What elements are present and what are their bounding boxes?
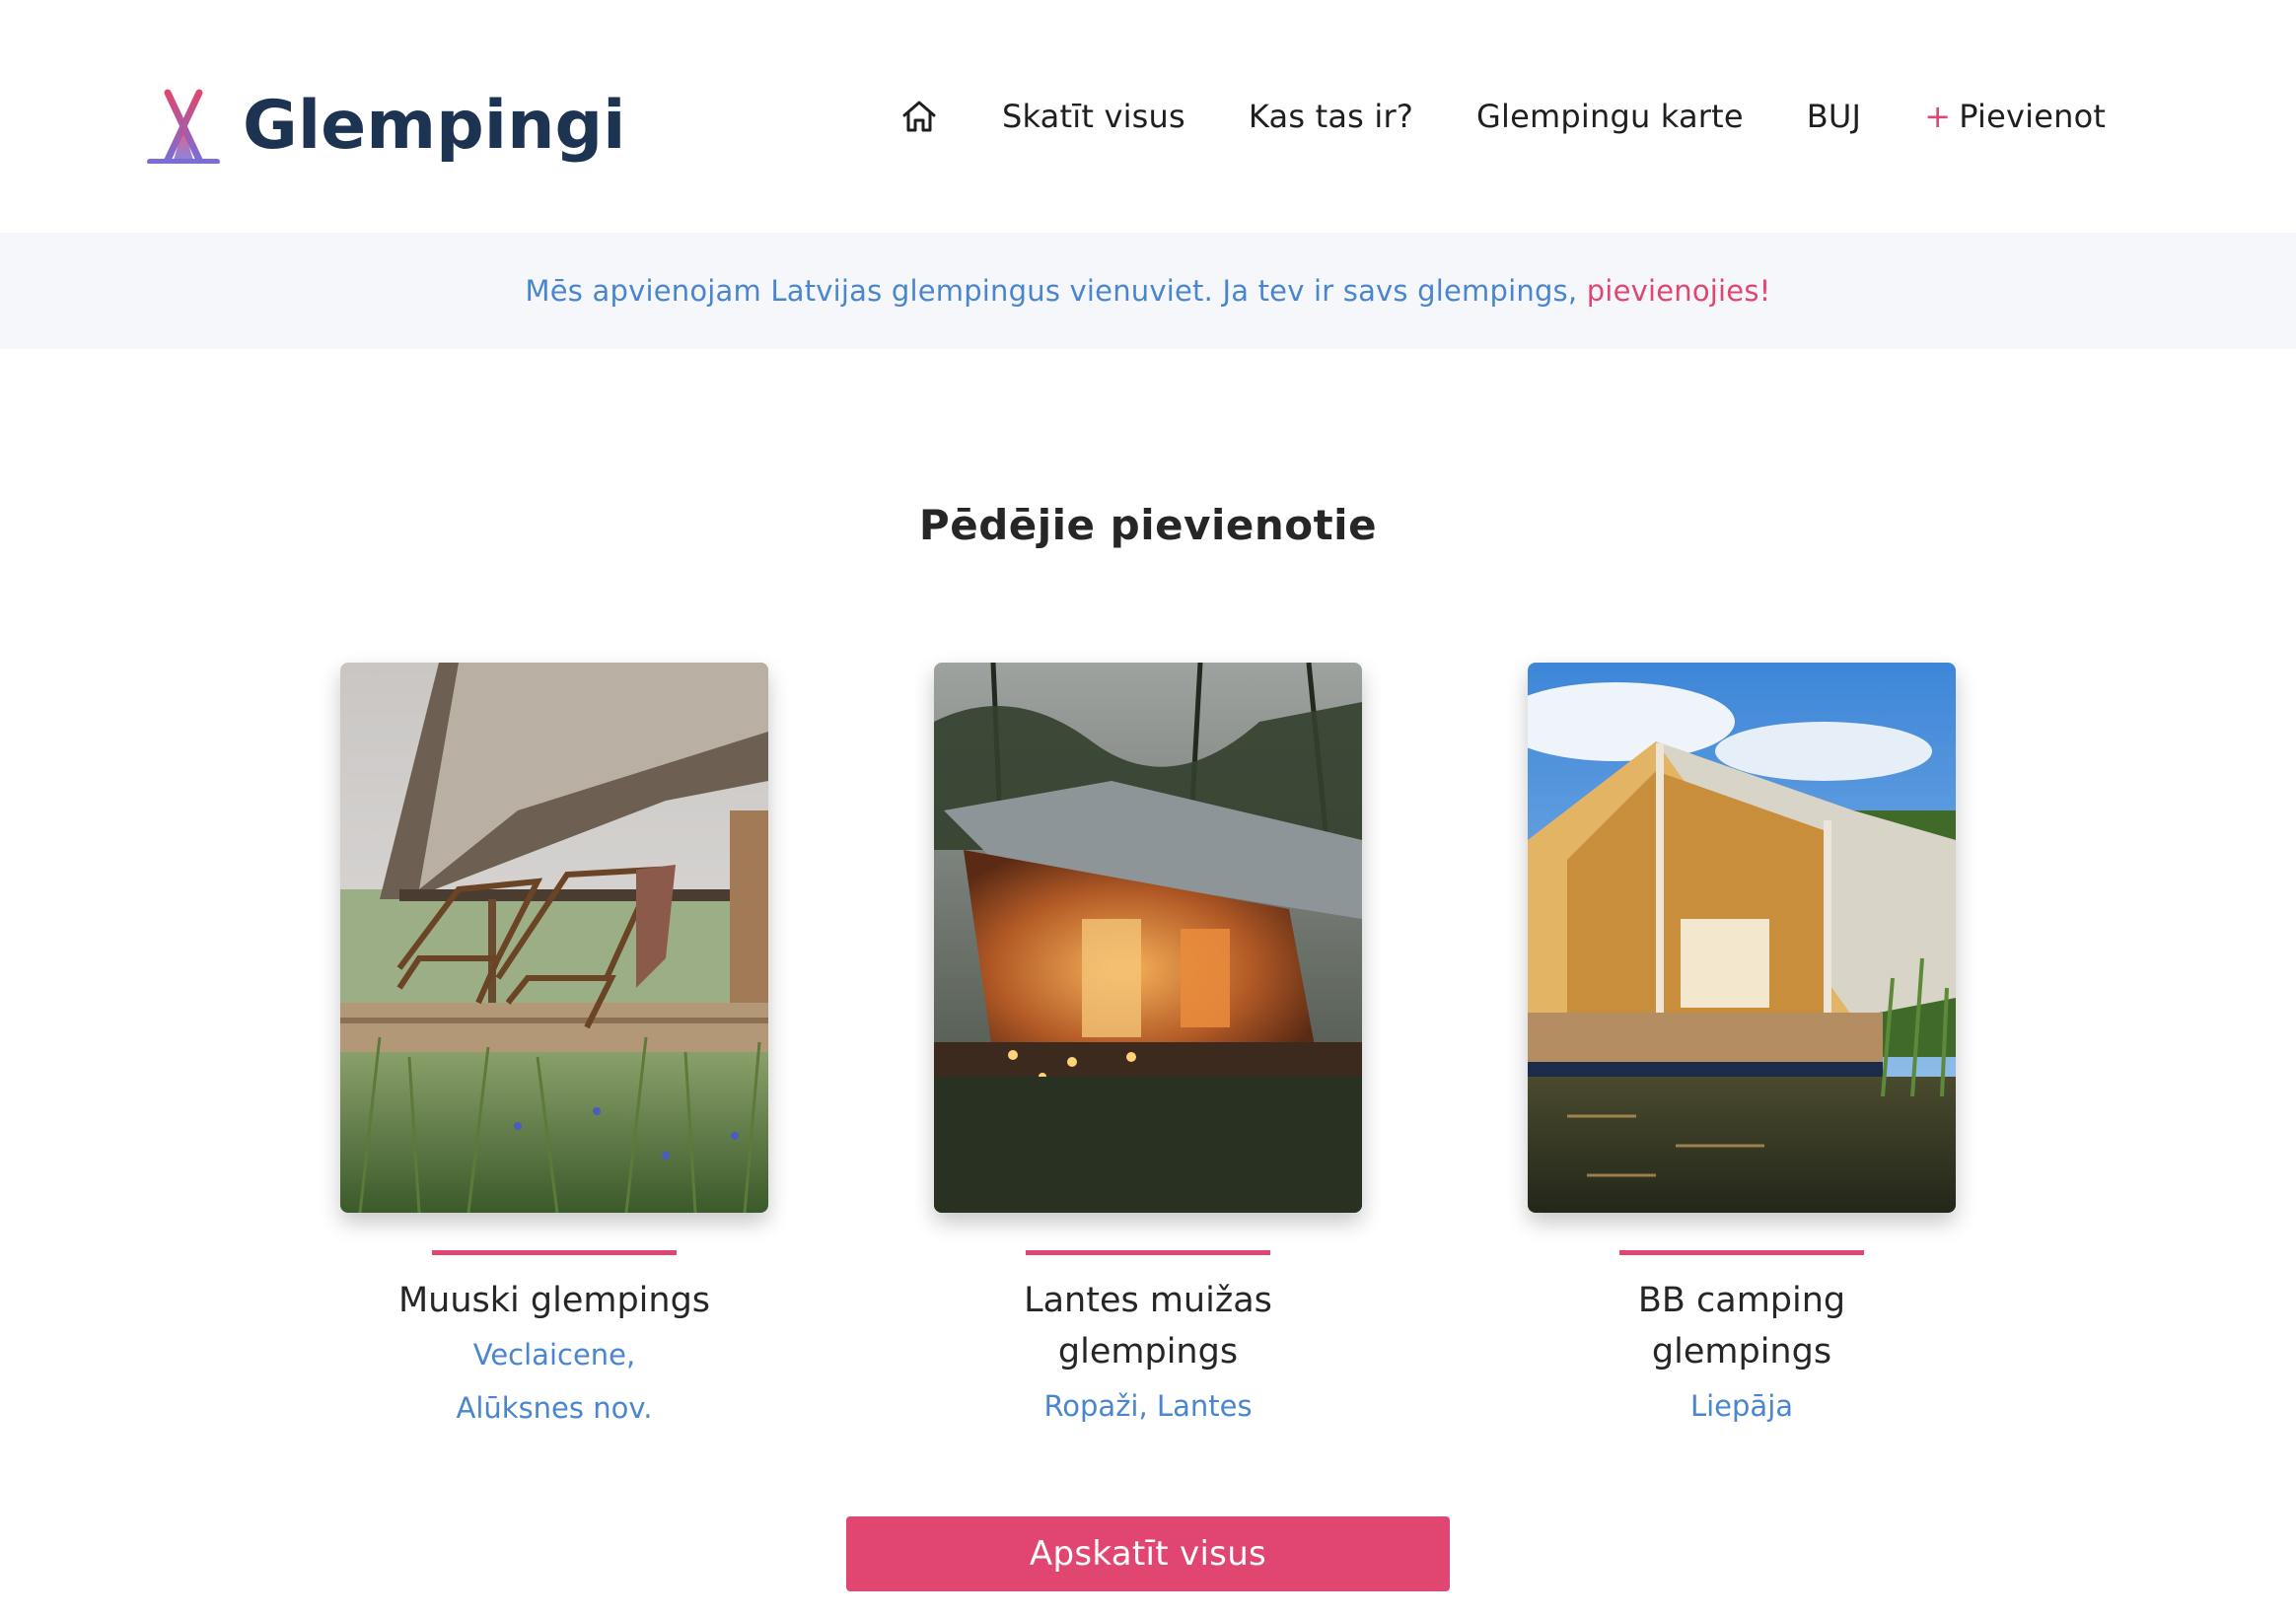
nav-link-add-label: Pievienot bbox=[1959, 98, 2107, 135]
glamping-photo-evening-tent bbox=[934, 663, 1362, 1213]
listing-card[interactable]: BB camping glempings Liepāja bbox=[1528, 663, 1956, 1433]
view-all-button[interactable]: Apskatīt visus bbox=[846, 1516, 1450, 1591]
listing-card[interactable]: Lantes muižas glempings Ropaži, Lantes bbox=[934, 663, 1362, 1433]
nav-link-view-all[interactable]: Skatīt visus bbox=[1002, 98, 1185, 135]
nav-link-map[interactable]: Glempingu karte bbox=[1476, 98, 1744, 135]
plus-icon: + bbox=[1924, 98, 1952, 135]
listing-title[interactable]: BB camping glempings bbox=[1528, 1275, 1956, 1377]
main-nav: Skatīt visus Kas tas ir? Glempingu karte… bbox=[899, 89, 2106, 144]
listing-location: Veclaicene, Alūksnes nov. bbox=[456, 1338, 653, 1425]
site-logo[interactable]: Glempingi bbox=[146, 79, 625, 174]
listing-photo[interactable] bbox=[934, 663, 1362, 1213]
listing-title[interactable]: Lantes muižas glempings bbox=[934, 1275, 1362, 1377]
home-icon bbox=[902, 101, 936, 132]
listing-photo[interactable] bbox=[1528, 663, 1956, 1213]
listing-card[interactable]: Muuski glempings Veclaicene, Alūksnes no… bbox=[340, 663, 768, 1435]
nav-home-link[interactable] bbox=[899, 97, 939, 136]
banner-text: Mēs apvienojam Latvijas glempingus vienu… bbox=[526, 274, 1771, 308]
banner-message: Mēs apvienojam Latvijas glempingus vienu… bbox=[525, 274, 1587, 308]
listing-photo[interactable] bbox=[340, 663, 768, 1213]
card-divider bbox=[1026, 1250, 1270, 1255]
listing-location: Ropaži, Lantes bbox=[1043, 1389, 1253, 1423]
site-logo-text: Glempingi bbox=[243, 87, 626, 165]
listing-location: Liepāja bbox=[1689, 1389, 1794, 1423]
section-title: Pēdējie pievienotie bbox=[918, 501, 1378, 549]
site-header: Glempingi Skatīt visus Kas tas ir? Glemp… bbox=[0, 0, 2296, 233]
glamping-photo-floating-tent bbox=[1528, 663, 1956, 1213]
tent-logo-icon bbox=[147, 89, 220, 164]
banner-join-link[interactable]: pievienojies! bbox=[1587, 274, 1771, 308]
nav-link-faq[interactable]: BUJ bbox=[1807, 98, 1861, 135]
card-divider bbox=[1619, 1250, 1864, 1255]
intro-banner: Mēs apvienojam Latvijas glempingus vienu… bbox=[0, 233, 2296, 349]
nav-link-what-is-it[interactable]: Kas tas ir? bbox=[1249, 98, 1413, 135]
listing-title[interactable]: Muuski glempings bbox=[340, 1275, 768, 1326]
card-divider bbox=[432, 1250, 677, 1255]
glamping-photo-deck-chairs bbox=[340, 663, 768, 1213]
recent-listings: Muuski glempings Veclaicene, Alūksnes no… bbox=[0, 663, 2296, 1451]
nav-link-add[interactable]: + Pievienot bbox=[1924, 98, 2106, 135]
